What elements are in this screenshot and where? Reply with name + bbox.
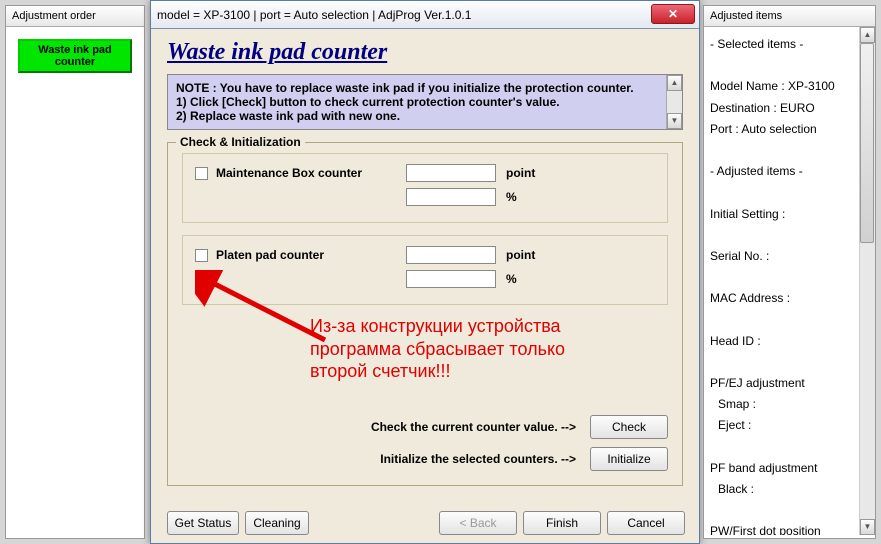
point-unit: point	[506, 248, 535, 262]
adjustment-order-title: Adjustment order	[6, 6, 144, 27]
adjusted-items-line: Serial No. :	[710, 247, 851, 266]
adjusted-items-line: PF/EJ adjustment	[710, 374, 851, 393]
platen-pad-label: Platen pad counter	[216, 248, 396, 262]
adjusted-items-line: Eject :	[710, 416, 851, 435]
check-init-group: Check & Initialization Maintenance Box c…	[167, 142, 683, 486]
page-title: Waste ink pad counter	[167, 39, 683, 66]
cleaning-button[interactable]: Cleaning	[245, 511, 309, 535]
adjusted-items-line	[710, 183, 851, 202]
check-button[interactable]: Check	[590, 415, 668, 439]
note-scrollbar[interactable]: ▲ ▼	[666, 75, 682, 129]
window-title: model = XP-3100 | port = Auto selection …	[157, 8, 471, 22]
adjusted-items-line: MAC Address :	[710, 289, 851, 308]
note-box: NOTE : You have to replace waste ink pad…	[167, 74, 683, 130]
adjusted-items-line	[710, 268, 851, 287]
scroll-thumb[interactable]	[860, 43, 874, 243]
check-action-label: Check the current counter value. -->	[371, 420, 576, 434]
adjusted-items-line	[710, 438, 851, 457]
adjusted-items-line: Model Name : XP-3100	[710, 77, 851, 96]
point-unit: point	[506, 166, 535, 180]
adjusted-items-line: Initial Setting :	[710, 205, 851, 224]
get-status-button[interactable]: Get Status	[167, 511, 239, 535]
adjusted-items-line	[710, 226, 851, 245]
platen-pad-point-value	[406, 246, 496, 264]
scroll-down-icon[interactable]: ▼	[860, 519, 875, 535]
titlebar: model = XP-3100 | port = Auto selection …	[151, 1, 699, 29]
adjusted-items-line	[710, 310, 851, 329]
adjustment-order-panel: Adjustment order Waste ink pad counter	[5, 5, 145, 539]
scroll-up-icon[interactable]: ▲	[860, 27, 875, 43]
adjusted-items-line	[710, 56, 851, 75]
scroll-down-icon[interactable]: ▼	[667, 113, 682, 129]
maintenance-box-percent-value	[406, 188, 496, 206]
platen-pad-counter-row: Platen pad counter point %	[182, 235, 668, 305]
adjusted-items-line: Port : Auto selection	[710, 120, 851, 139]
init-action-label: Initialize the selected counters. -->	[380, 452, 576, 466]
waste-ink-pad-counter-button[interactable]: Waste ink pad counter	[18, 39, 132, 73]
bottom-bar: Get Status Cleaning < Back Finish Cancel	[163, 511, 687, 535]
adjusted-items-line	[710, 501, 851, 520]
scroll-up-icon[interactable]: ▲	[667, 75, 682, 91]
adjusted-items-line	[710, 353, 851, 372]
adjusted-items-body: - Selected items - Model Name : XP-3100 D…	[704, 27, 875, 535]
adjusted-items-line: PF band adjustment	[710, 459, 851, 478]
back-button[interactable]: < Back	[439, 511, 517, 535]
adjusted-items-line: Head ID :	[710, 332, 851, 351]
adjusted-items-line	[710, 141, 851, 160]
close-button[interactable]: ✕	[651, 4, 695, 24]
maintenance-box-point-value	[406, 164, 496, 182]
annotation-text: Из-за конструкции устройства программа с…	[310, 315, 610, 383]
maintenance-box-checkbox[interactable]	[195, 167, 208, 180]
maintenance-box-label: Maintenance Box counter	[216, 166, 396, 180]
initialize-button[interactable]: Initialize	[590, 447, 668, 471]
right-scrollbar[interactable]: ▲ ▼	[859, 27, 875, 535]
finish-button[interactable]: Finish	[523, 511, 601, 535]
platen-pad-percent-value	[406, 270, 496, 288]
adjusted-items-line: - Selected items -	[710, 35, 851, 54]
adjusted-items-line: Smap :	[710, 395, 851, 414]
platen-pad-checkbox[interactable]	[195, 249, 208, 262]
adjusted-items-panel: Adjusted items - Selected items - Model …	[703, 5, 876, 539]
group-title: Check & Initialization	[176, 135, 305, 149]
percent-unit: %	[506, 190, 517, 204]
adjusted-items-line: - Adjusted items -	[710, 162, 851, 181]
adjusted-items-line: PW/First dot position adjustment	[710, 522, 851, 535]
main-window: model = XP-3100 | port = Auto selection …	[150, 0, 700, 544]
adjusted-items-line: Destination : EURO	[710, 99, 851, 118]
adjusted-items-line: Black :	[710, 480, 851, 499]
cancel-button[interactable]: Cancel	[607, 511, 685, 535]
percent-unit: %	[506, 272, 517, 286]
maintenance-box-counter-row: Maintenance Box counter point %	[182, 153, 668, 223]
note-text: NOTE : You have to replace waste ink pad…	[176, 81, 674, 123]
adjusted-items-title: Adjusted items	[704, 6, 875, 27]
